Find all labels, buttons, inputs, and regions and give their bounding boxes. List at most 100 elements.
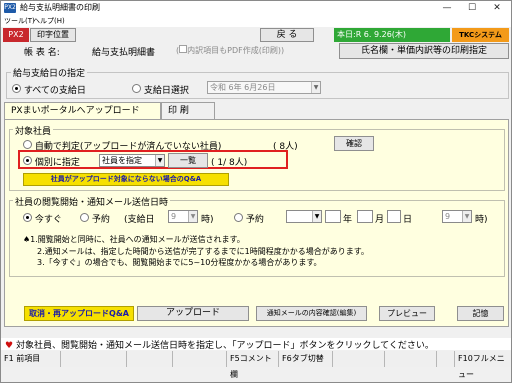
print-position-button[interactable]: 印字位置 <box>30 28 76 42</box>
tab-upload[interactable]: PXまいポータルへアップロード <box>4 102 161 119</box>
chevron-down-icon[interactable]: ▼ <box>462 211 471 222</box>
schedule-note-2: 2.通知メールは、指定した時間から送信が完了するまでに1時間程度かかる場合があり… <box>37 247 369 256</box>
payday-hour-value: 9 <box>171 212 177 221</box>
radio-now[interactable] <box>23 213 32 222</box>
target-group-title: 対象社員 <box>13 124 54 137</box>
payday-hour-suffix: 時) <box>201 215 214 225</box>
payday-hour-select[interactable]: 9 ▼ <box>168 210 198 223</box>
fkey-f6-label: タブ切替 <box>291 354 324 363</box>
pay-date-all-label: すべての支給日 <box>23 86 86 96</box>
schedule-note-1: ♠1.閲覧開始と同時に、社員への通知メールが送信されます。 <box>23 235 245 244</box>
fkey-f10-key: F10 <box>458 354 473 363</box>
app-icon: PX2 <box>4 3 16 13</box>
radio-auto[interactable] <box>23 140 32 149</box>
list-button[interactable]: 一覧 <box>168 153 208 168</box>
pay-date-select-option[interactable]: 支給日選択 <box>132 83 189 96</box>
close-icon[interactable]: ✕ <box>487 1 507 15</box>
now-label: 今すぐ <box>34 215 62 225</box>
now-option[interactable]: 今すぐ <box>23 212 62 225</box>
chevron-down-icon[interactable]: ▼ <box>188 211 197 222</box>
schedule-note-3: 3.「今すぐ」の場合でも、閲覧開始までに5~10分程度かかる場合があります。 <box>37 258 322 267</box>
function-key-bar: F1 前項目 F5コメント欄 F6タブ切替 F10フルメニュー <box>1 351 511 379</box>
reserve-date-label: 予約 <box>245 215 264 225</box>
radio-all[interactable] <box>12 84 21 93</box>
heart-icon: ♥ <box>5 341 14 351</box>
pdf-option-checkbox[interactable] <box>179 45 188 53</box>
pay-date-value: 令和 6年 6月26日 <box>210 83 276 92</box>
year-suffix: 年 <box>343 215 353 225</box>
tab-print[interactable]: 印 刷 <box>161 102 215 119</box>
reserve-hour-suffix: 時) <box>475 215 488 225</box>
menu-bar: ツール(T) ヘルプ(H) <box>1 15 511 27</box>
fkey-f1-key: F1 <box>4 354 14 363</box>
pay-date-select[interactable]: 令和 6年 6月26日 ▼ <box>207 81 321 94</box>
day-input[interactable] <box>387 210 401 223</box>
fkey-f6[interactable]: F6タブ切替 <box>279 351 333 367</box>
fkey-f7[interactable] <box>333 351 385 367</box>
main-window: PX2 給与支払明細書の印刷 — ☐ ✕ ツール(T) ヘルプ(H) PX2 印… <box>0 0 512 383</box>
maximize-icon[interactable]: ☐ <box>462 1 482 15</box>
reserve-date-option[interactable]: 予約 <box>234 212 264 225</box>
pdf-option[interactable]: (内訳項目もPDF作成(印刷)) <box>176 45 284 56</box>
pay-date-all-option[interactable]: すべての支給日 <box>12 83 86 96</box>
chevron-down-icon[interactable]: ▼ <box>155 155 164 166</box>
chevron-down-icon[interactable]: ▼ <box>312 211 321 222</box>
today-date: 本日:R 6. 9.26(木) <box>334 28 450 42</box>
window-title: 給与支払明細書の印刷 <box>20 3 100 12</box>
fkey-f3[interactable] <box>127 351 173 367</box>
px2-badge: PX2 <box>3 28 29 42</box>
fkey-f5[interactable]: F5コメント欄 <box>227 351 279 379</box>
radio-select[interactable] <box>132 84 141 93</box>
form-name: 給与支払明細書 <box>92 48 156 58</box>
month-suffix: 月 <box>375 215 385 225</box>
name-settings-button[interactable]: 氏名欄・単価内訳等の印刷指定 <box>339 43 509 59</box>
preview-button[interactable]: プレビュー <box>379 306 435 321</box>
fkey-f8[interactable] <box>385 351 437 367</box>
fkey-f10[interactable]: F10フルメニュー <box>455 351 511 379</box>
fkey-f5-key: F5 <box>230 354 240 363</box>
fkey-f6-key: F6 <box>282 354 292 363</box>
reserve-hour-value: 9 <box>445 212 451 221</box>
fkey-f9[interactable] <box>437 351 455 367</box>
reserve-hour-select[interactable]: 9 ▼ <box>442 210 472 223</box>
mail-confirm-button[interactable]: 通知メールの内容確認(編集) <box>256 306 367 321</box>
tkc-qa-button[interactable]: TKCシステムQ&A <box>452 28 509 53</box>
fkey-f1[interactable]: F1 前項目 <box>1 351 61 367</box>
pay-date-select-label: 支給日選択 <box>143 86 189 96</box>
individual-label: 個別に指定 <box>34 158 80 168</box>
individual-option[interactable]: 個別に指定 <box>23 155 80 168</box>
individual-count: ( 1/ 8人) <box>211 158 248 168</box>
faq-target-button[interactable]: 社員がアップロード対象にならない場合のQ&A <box>23 173 229 186</box>
status-message: 対象社員、閲覧開始・通知メール送信日時を指定し、「アップロード」ボタンをクリック… <box>15 341 434 351</box>
schedule-group-title: 社員の閲覧開始・通知メール送信日時 <box>13 195 171 208</box>
cancel-reupload-faq-button[interactable]: 取消・再アップロードQ&A <box>24 306 134 321</box>
year-input[interactable] <box>325 210 341 223</box>
minimize-icon[interactable]: — <box>437 1 457 15</box>
menu-help[interactable]: ヘルプ(H) <box>33 15 65 27</box>
confirm-button[interactable]: 確認 <box>334 136 374 151</box>
employee-select-value: 社員を指定 <box>102 156 142 165</box>
back-button[interactable]: 戻 る <box>260 28 314 42</box>
chevron-down-icon[interactable]: ▼ <box>311 82 320 93</box>
record-button[interactable]: 記憶 <box>457 306 504 321</box>
form-label: 帳 表 名: <box>24 48 60 58</box>
fkey-f1-label: 前項目 <box>16 354 41 363</box>
radio-reserve-date[interactable] <box>234 213 243 222</box>
employee-select[interactable]: 社員を指定 ▼ <box>99 154 165 167</box>
day-suffix: 日 <box>403 215 413 225</box>
payday-label: (支給日 <box>124 215 155 225</box>
fkey-f2[interactable] <box>61 351 127 367</box>
era-select[interactable]: ▼ <box>286 210 322 223</box>
title-bar: PX2 給与支払明細書の印刷 — ☐ ✕ <box>1 1 511 15</box>
radio-individual[interactable] <box>23 156 32 165</box>
fkey-f4[interactable] <box>173 351 227 367</box>
menu-tools[interactable]: ツール(T) <box>4 15 35 27</box>
pay-date-group-title: 給与支給日の指定 <box>11 66 88 79</box>
radio-reserve-payday[interactable] <box>80 213 89 222</box>
month-input[interactable] <box>357 210 373 223</box>
upload-button[interactable]: アップロード <box>137 306 249 321</box>
pdf-option-label: 内訳項目もPDF作成(印刷) <box>187 46 281 55</box>
reserve-payday-option[interactable]: 予約 <box>80 212 110 225</box>
reserve-payday-label: 予約 <box>91 215 110 225</box>
status-line: ♥ 対象社員、閲覧開始・通知メール送信日時を指定し、「アップロード」ボタンをクリ… <box>1 338 511 351</box>
